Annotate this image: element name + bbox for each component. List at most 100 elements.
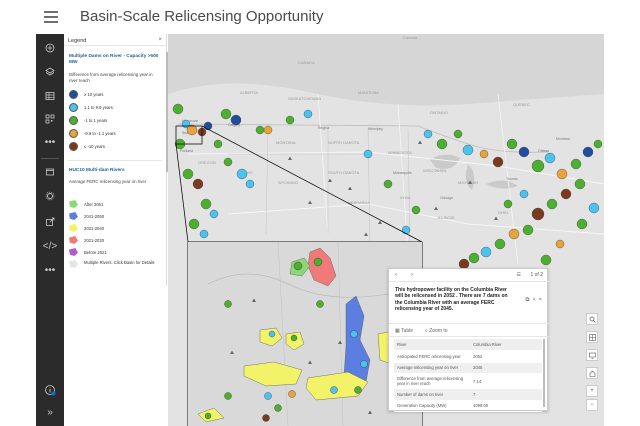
map-label: Toronto xyxy=(506,177,518,181)
more-icon[interactable]: ••• xyxy=(36,132,64,152)
attribute-table: River Columbia River Anticipated FERC rel… xyxy=(394,339,542,412)
legend-divider xyxy=(68,160,162,161)
feature-popup: ‹ › 1 of 2 ☰ This hydropower facility on… xyxy=(388,268,549,412)
symbol-swatch xyxy=(69,116,78,125)
attribute-value: Columbia River xyxy=(470,339,542,351)
legend-item-label: ≤ -10 years xyxy=(84,144,105,149)
code-icon[interactable]: </> xyxy=(36,236,64,256)
layers-icon[interactable] xyxy=(36,62,64,82)
map-label: CANADA xyxy=(298,60,315,65)
info-icon[interactable] xyxy=(36,380,64,400)
table-row: Anticipated FERC relicensing year 2052 xyxy=(394,350,542,363)
map-label: Portland xyxy=(180,149,193,153)
search-icon[interactable] xyxy=(586,313,598,325)
legend-item-label: 2041-2050 xyxy=(84,213,105,219)
symbol-swatch xyxy=(69,103,78,112)
feature-count: 1 of 2 xyxy=(530,272,543,278)
zoom-in-icon[interactable]: + xyxy=(586,385,598,397)
table-icon: ▦ xyxy=(395,328,400,334)
zoom-label: Zoom to xyxy=(429,328,448,334)
share-icon[interactable] xyxy=(36,212,64,232)
bookmark-icon[interactable] xyxy=(36,162,64,182)
expand-icon[interactable]: » xyxy=(36,402,64,422)
map-label: SOUTH DAKOTA xyxy=(328,170,360,175)
legend-item: Multiple Rivers. Click Basin for Details xyxy=(69,260,161,268)
legend-item-label: ≥ 10 years xyxy=(84,92,104,97)
previous-icon[interactable]: ‹ xyxy=(395,272,397,278)
legend-item-label: 2021-2030 xyxy=(84,237,105,243)
attribute-value: 1098.00 xyxy=(470,400,542,412)
close-icon[interactable]: × xyxy=(539,297,542,303)
table-button[interactable]: ▦ Table xyxy=(395,328,413,334)
attribute-key: Difference from average relicensing year… xyxy=(394,373,470,389)
legend-item: ≤ -10 years xyxy=(69,142,105,151)
symbol-swatch xyxy=(69,90,78,99)
map-label: OHIO xyxy=(498,210,508,215)
map-label: Chicago xyxy=(440,196,453,200)
table-icon[interactable] xyxy=(36,86,64,106)
symbol-swatch xyxy=(69,260,78,268)
map-label: NORTH DAKOTA xyxy=(328,140,360,145)
next-icon[interactable]: › xyxy=(411,272,413,278)
page-title: Basin-Scale Relicensing Opportunity xyxy=(80,8,324,25)
legend-item-label: After 2051 xyxy=(84,201,104,207)
more-icon[interactable]: ••• xyxy=(36,260,64,280)
map-label: Canada xyxy=(403,35,418,40)
legend-title: Legend xyxy=(68,38,87,44)
side-toolbar: ••• </> ••• » xyxy=(36,34,64,426)
symbol-swatch xyxy=(69,200,78,208)
attribute-key: Average relicensing year on river xyxy=(394,362,470,374)
map-label: MINNESOTA xyxy=(388,150,412,155)
map-label: WISCONSIN xyxy=(423,168,446,173)
legend-item-label: 1.1 to 9.9 years xyxy=(84,105,113,110)
map-label: ALBERTA xyxy=(240,90,258,95)
map-label: Ottawa xyxy=(538,149,549,153)
menu-icon[interactable] xyxy=(44,11,58,23)
table-row: Number of dams on river 7 xyxy=(394,388,542,401)
qr-icon[interactable] xyxy=(36,109,64,129)
collapse-icon[interactable]: ˄ xyxy=(533,297,536,303)
zoom-to-button[interactable]: ⌕ Zoom to xyxy=(425,328,448,334)
map-label: QUEBEC xyxy=(513,102,530,107)
map-label: ILLINOIS xyxy=(438,215,455,220)
close-icon[interactable]: × xyxy=(158,37,162,43)
add-icon[interactable] xyxy=(36,38,64,58)
settings-icon[interactable] xyxy=(36,186,64,206)
attribute-key: Anticipated FERC relicensing year xyxy=(394,350,470,363)
attribute-value: 7.14 xyxy=(470,373,542,389)
popup-description: This hydropower facility on the Columbia… xyxy=(395,287,508,312)
list-icon[interactable]: ☰ xyxy=(517,272,521,278)
legend-header: Legend × xyxy=(64,34,166,46)
popup-header: ‹ › 1 of 2 ☰ xyxy=(389,269,549,282)
legend-item: 2021-2030 xyxy=(69,236,104,244)
table-row: Difference from average relicensing year… xyxy=(394,373,542,389)
attribute-key: Number of dams on river xyxy=(394,388,470,401)
legend-panel: Legend × Multiple Dams on River - Capaci… xyxy=(64,34,167,286)
legend-item: -9.9 to -1.1 years xyxy=(69,129,116,138)
dock-icon[interactable]: ⧉ xyxy=(526,297,530,303)
table-row: Average relicensing year on river 2045 xyxy=(394,362,542,374)
map-label: NEBRASKA xyxy=(348,200,370,205)
home-icon[interactable] xyxy=(586,367,598,379)
map-label: Regina xyxy=(318,126,329,130)
layer-title: HUC10 Multi-dam Rivers xyxy=(69,168,125,173)
app-header: Basin-Scale Relicensing Opportunity xyxy=(0,0,640,34)
map-label: MICHIGAN xyxy=(458,180,478,185)
map-label: Montreal xyxy=(556,137,570,141)
fullscreen-icon[interactable] xyxy=(586,349,598,361)
legend-item-label: 2031-2040 xyxy=(84,225,105,231)
map-label: Winnipeg xyxy=(368,127,383,131)
attribute-value: 7 xyxy=(470,388,542,401)
attribute-key: Generation Capacity (MW) xyxy=(394,400,470,412)
layer-subtitle: Average FERC relicensing year on river xyxy=(69,179,147,184)
legend-layer-subtitle: Average FERC relicensing year on river xyxy=(69,179,157,185)
attribute-key: River xyxy=(394,339,470,351)
zoom-out-icon[interactable]: − xyxy=(586,399,598,411)
legend-item: 2031-2040 xyxy=(69,224,104,232)
map-label: Minneapolis xyxy=(393,171,412,175)
basemap-gallery-icon[interactable] xyxy=(586,331,598,343)
inset-map xyxy=(187,241,423,426)
attribute-value: 2052 xyxy=(470,350,542,363)
popup-scrollbar[interactable] xyxy=(543,339,545,407)
popup-actions: ▦ Table ⌕ Zoom to xyxy=(389,323,549,337)
